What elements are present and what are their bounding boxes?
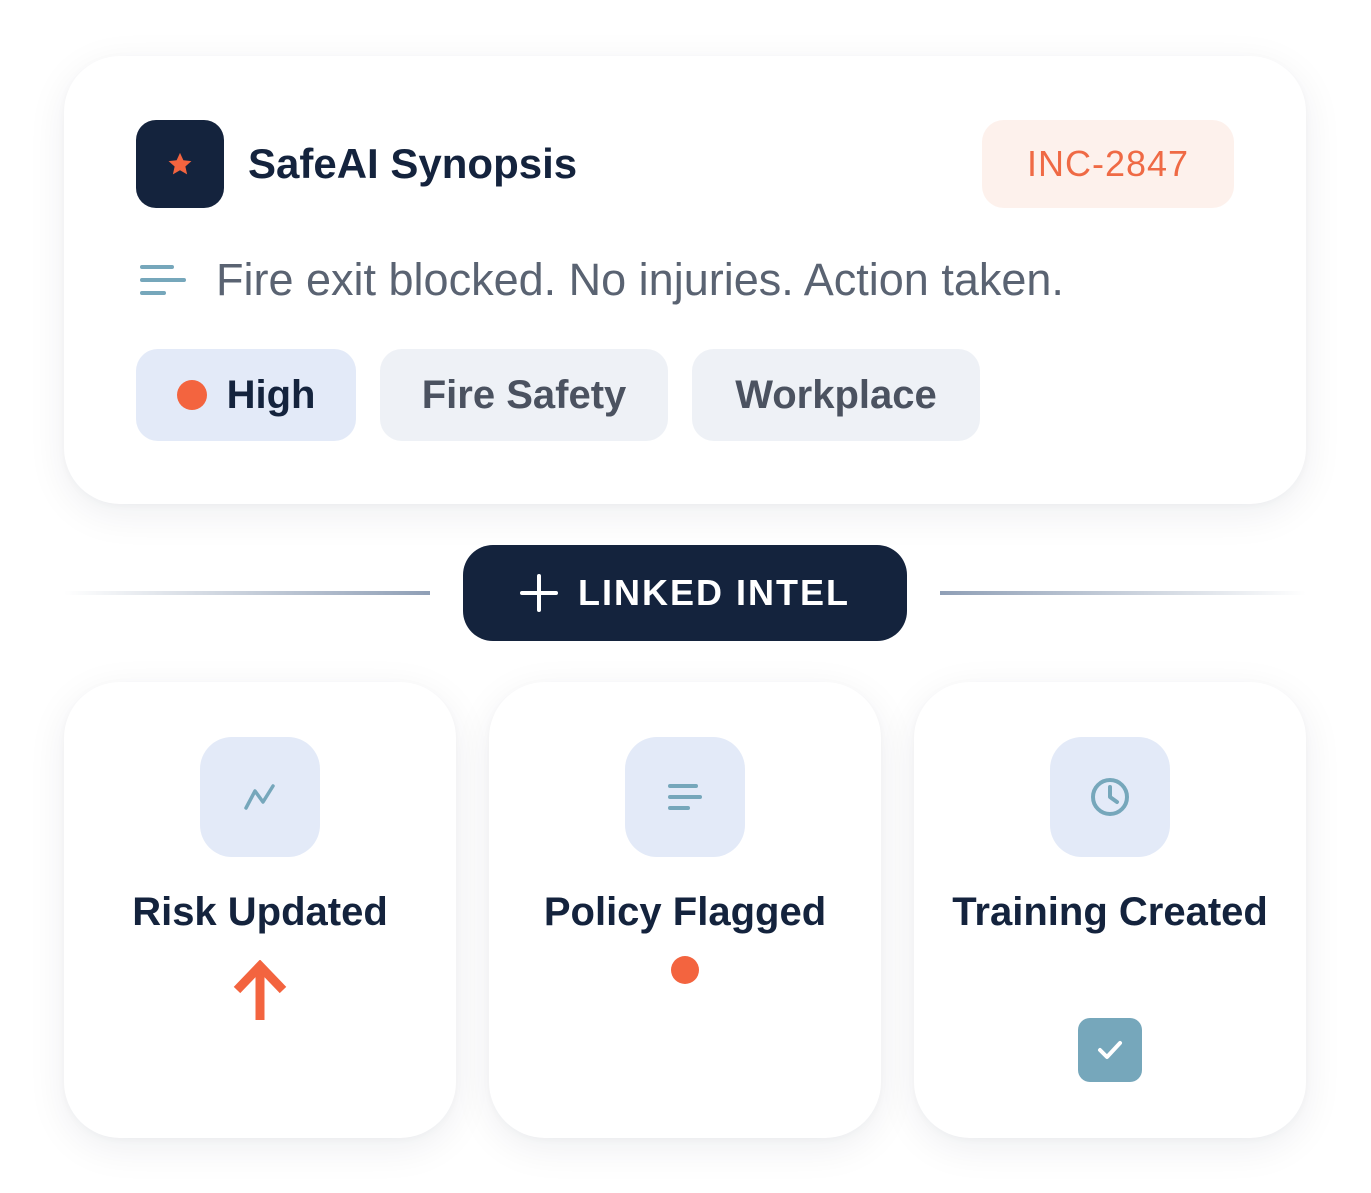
incident-id-badge[interactable]: INC-2847	[982, 120, 1234, 208]
summary-text: Fire exit blocked. No injuries. Action t…	[216, 254, 1064, 305]
star-icon	[168, 152, 192, 175]
divider-left	[64, 591, 430, 595]
clock-icon	[1050, 737, 1170, 857]
text-lines-icon	[140, 265, 186, 295]
severity-dot-icon	[176, 380, 207, 410]
status-dot-icon	[671, 956, 699, 984]
arrow-up-icon	[233, 960, 287, 1020]
tag-severity-high[interactable]: High	[136, 349, 356, 441]
divider-right	[940, 591, 1306, 595]
tag-fire-safety[interactable]: Fire Safety	[380, 349, 668, 441]
intel-card-label: Risk Updated	[132, 890, 388, 934]
linked-intel-label: LINKED INTEL	[578, 572, 850, 613]
intel-card-policy[interactable]: Policy Flagged	[489, 682, 881, 1138]
checkbox-checked-icon	[1078, 1018, 1142, 1082]
tag-workplace[interactable]: Workplace	[692, 349, 980, 441]
tag-label: High	[226, 372, 316, 417]
linked-intel-button[interactable]: LINKED INTEL	[463, 545, 907, 641]
trend-icon	[200, 737, 320, 857]
intel-card-training[interactable]: Training Created	[914, 682, 1306, 1138]
tag-label: Fire Safety	[421, 372, 627, 417]
card-title: SafeAI Synopsis	[248, 140, 578, 187]
text-lines-icon	[625, 737, 745, 857]
tag-label: Workplace	[735, 372, 937, 417]
plus-icon	[520, 574, 558, 612]
synopsis-card: SafeAI Synopsis INC-2847 Fire exit block…	[64, 56, 1306, 504]
logo	[136, 120, 224, 208]
intel-card-label: Policy Flagged	[543, 890, 827, 934]
intel-card-label: Training Created	[952, 890, 1268, 934]
intel-card-risk[interactable]: Risk Updated	[64, 682, 456, 1138]
